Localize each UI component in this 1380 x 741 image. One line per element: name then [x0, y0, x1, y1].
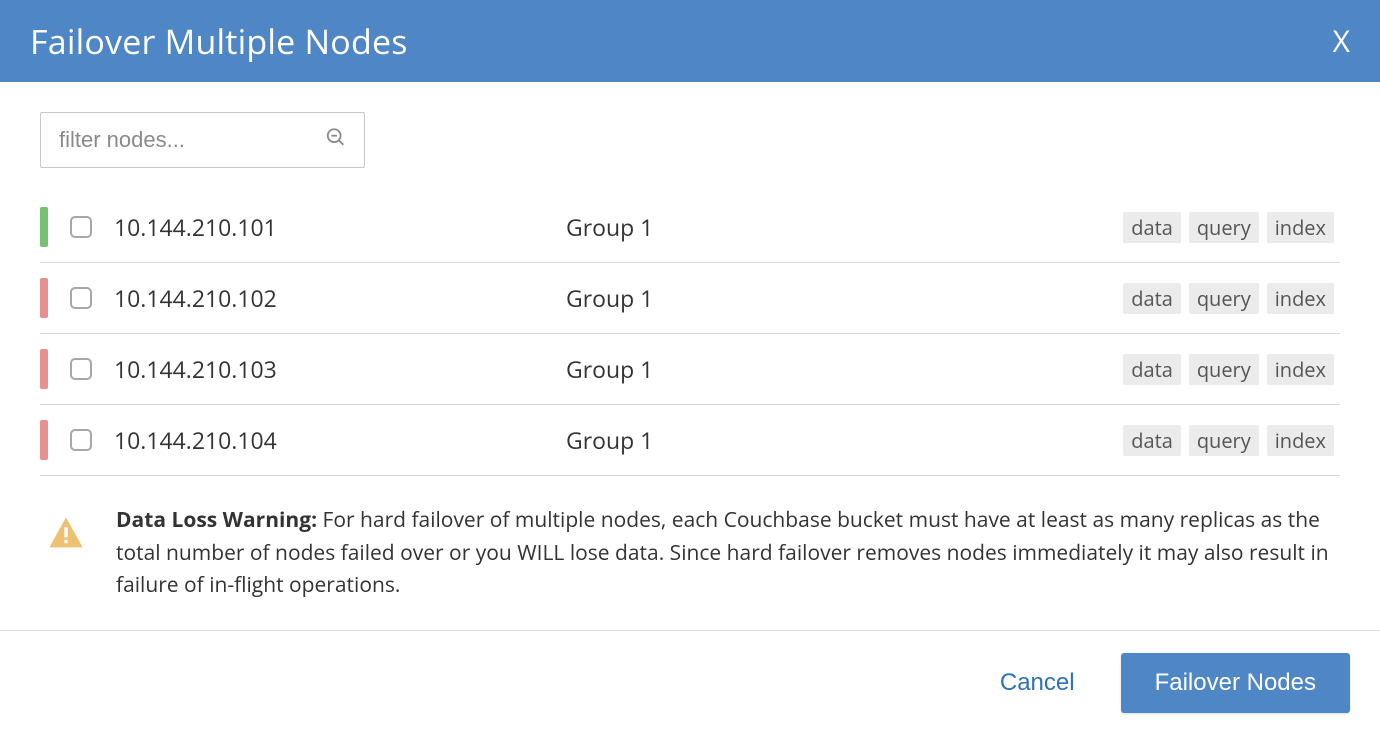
warning-icon — [46, 514, 86, 559]
node-services: data query index — [1123, 212, 1334, 243]
node-status-indicator — [40, 349, 48, 389]
node-status-indicator — [40, 207, 48, 247]
service-tag: query — [1189, 212, 1259, 243]
node-status-indicator — [40, 278, 48, 318]
node-name: 10.144.210.104 — [114, 424, 544, 456]
search-icon — [325, 127, 347, 154]
filter-nodes-input[interactable] — [40, 112, 365, 168]
warning-text: Data Loss Warning: For hard failover of … — [116, 504, 1340, 602]
node-name: 10.144.210.103 — [114, 353, 544, 385]
service-tag: query — [1189, 354, 1259, 385]
node-row: 10.144.210.101 Group 1 data query index — [40, 192, 1340, 263]
service-tag: index — [1267, 425, 1334, 456]
data-loss-warning: Data Loss Warning: For hard failover of … — [40, 476, 1340, 610]
node-name: 10.144.210.102 — [114, 282, 544, 314]
failover-dialog: Failover Multiple Nodes X 10.144.210.101… — [0, 0, 1380, 741]
warning-heading: Data Loss Warning: — [116, 506, 317, 534]
node-group: Group 1 — [566, 424, 1101, 456]
node-select-checkbox[interactable] — [70, 216, 92, 238]
node-services: data query index — [1123, 425, 1334, 456]
node-list: 10.144.210.101Group 1dataqueryindex10.14… — [40, 192, 1340, 476]
dialog-footer: Cancel Failover Nodes — [0, 630, 1380, 741]
failover-nodes-button[interactable]: Failover Nodes — [1121, 653, 1350, 713]
node-services: data query index — [1123, 354, 1334, 385]
node-group: Group 1 — [566, 282, 1101, 314]
node-row: 10.144.210.102 Group 1 data query index — [40, 263, 1340, 334]
dialog-body: 10.144.210.101Group 1dataqueryindex10.14… — [0, 82, 1380, 630]
cancel-button[interactable]: Cancel — [994, 668, 1081, 698]
service-tag: data — [1123, 354, 1181, 385]
node-services: data query index — [1123, 283, 1334, 314]
node-select-checkbox[interactable] — [70, 358, 92, 380]
dialog-header: Failover Multiple Nodes X — [0, 0, 1380, 82]
node-select-checkbox[interactable] — [70, 287, 92, 309]
node-row: 10.144.210.104 Group 1 data query index — [40, 405, 1340, 476]
service-tag: data — [1123, 212, 1181, 243]
service-tag: data — [1123, 283, 1181, 314]
service-tag: query — [1189, 283, 1259, 314]
node-status-indicator — [40, 420, 48, 460]
service-tag: index — [1267, 212, 1334, 243]
service-tag: query — [1189, 425, 1259, 456]
dialog-title: Failover Multiple Nodes — [30, 18, 408, 64]
service-tag: data — [1123, 425, 1181, 456]
node-select-checkbox[interactable] — [70, 429, 92, 451]
service-tag: index — [1267, 354, 1334, 385]
service-tag: index — [1267, 283, 1334, 314]
filter-field-wrap — [40, 112, 365, 168]
node-name: 10.144.210.101 — [114, 211, 544, 243]
close-button[interactable]: X — [1333, 26, 1350, 56]
node-group: Group 1 — [566, 211, 1101, 243]
node-row: 10.144.210.103 Group 1 data query index — [40, 334, 1340, 405]
node-group: Group 1 — [566, 353, 1101, 385]
